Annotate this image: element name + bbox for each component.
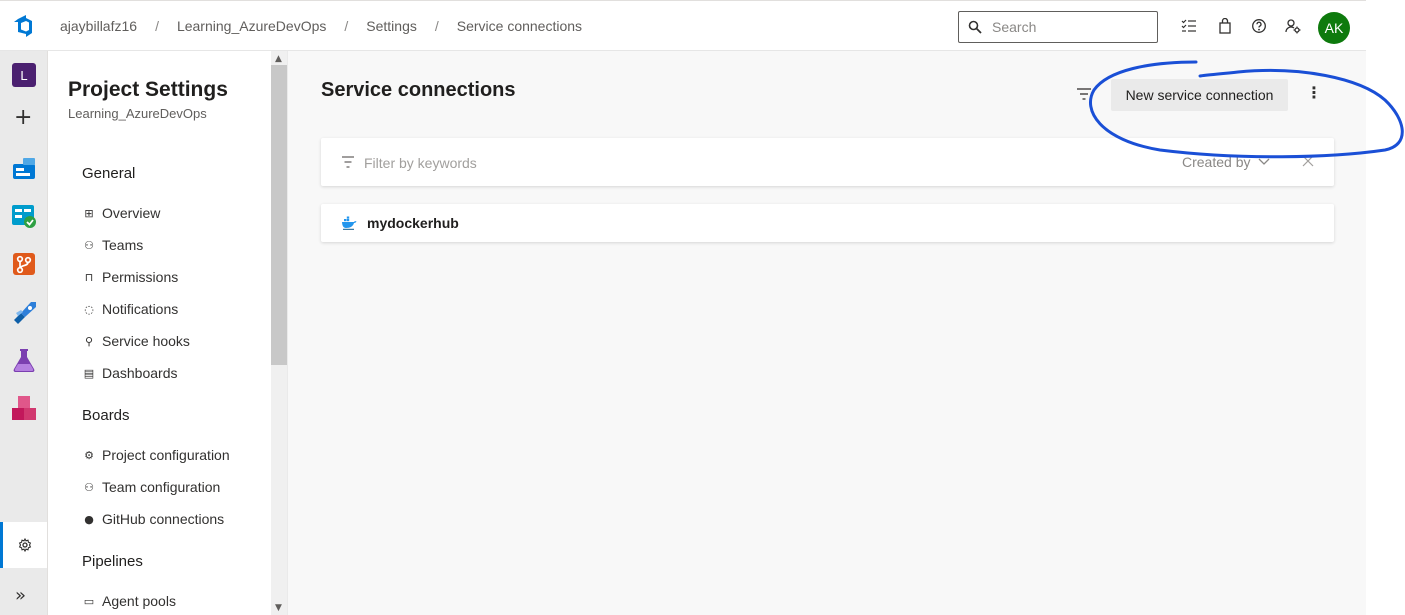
nav-item-label: Project configuration — [102, 447, 230, 463]
project-settings-nav: Project Settings Learning_AzureDevOps Ge… — [48, 51, 288, 615]
breadcrumb: ajaybillafz16 / Learning_AzureDevOps / S… — [60, 1, 582, 51]
nav-item-label: Service hooks — [102, 333, 190, 349]
repos-icon[interactable] — [11, 251, 37, 277]
chevron-down-icon — [1259, 158, 1270, 165]
nav-item-label: Teams — [102, 237, 144, 253]
avatar[interactable]: AK — [1318, 12, 1350, 44]
expand-icon[interactable]: » — [15, 585, 26, 606]
nav-item-label: Notifications — [102, 301, 179, 317]
agent-pools-icon: ▭ — [83, 594, 95, 608]
new-service-connection-button[interactable]: New service connection — [1111, 79, 1288, 111]
marketplace-bag-icon[interactable] — [1217, 18, 1233, 34]
notification-icon: ◌ — [84, 302, 94, 316]
breadcrumb-separator: / — [344, 18, 349, 34]
search-icon — [968, 20, 982, 34]
nav-item-label: Permissions — [102, 269, 179, 285]
breadcrumb-service-connections[interactable]: Service connections — [457, 18, 582, 34]
help-icon[interactable] — [1251, 18, 1267, 34]
nav-item-team-configuration[interactable]: ⚇ Team configuration — [82, 476, 220, 498]
overview-icon: ⊞ — [84, 206, 94, 220]
nav-item-github-connections[interactable]: ● GitHub connections — [82, 508, 224, 530]
overview-icon[interactable] — [11, 155, 37, 181]
nav-item-label: Team configuration — [102, 479, 221, 495]
product-rail: L + » — [0, 51, 48, 615]
breadcrumb-project[interactable]: Learning_AzureDevOps — [177, 18, 326, 34]
add-icon[interactable]: + — [14, 107, 32, 129]
nav-project-name: Learning_AzureDevOps — [68, 106, 207, 121]
nav-item-label: Overview — [102, 205, 161, 221]
lock-icon: ⊓ — [84, 270, 94, 284]
project-settings-rail-item[interactable] — [0, 522, 47, 568]
artifacts-icon[interactable] — [11, 395, 37, 421]
team-configuration-icon: ⚇ — [84, 480, 94, 494]
azure-devops-window: ajaybillafz16 / Learning_AzureDevOps / S… — [0, 0, 1366, 615]
nav-title: Project Settings — [68, 78, 228, 101]
filter-icon — [342, 156, 354, 168]
nav-item-dashboards[interactable]: ▤ Dashboards — [82, 362, 178, 384]
filter-bar: Created by — [321, 138, 1334, 186]
organization-badge[interactable]: L — [12, 63, 36, 87]
github-icon: ● — [84, 512, 94, 526]
test-plans-icon[interactable] — [11, 347, 37, 373]
work-items-list-icon[interactable] — [1181, 18, 1197, 34]
nav-item-label: GitHub connections — [102, 511, 225, 527]
user-settings-icon[interactable] — [1285, 18, 1301, 34]
page-title: Service connections — [321, 79, 516, 101]
boards-icon[interactable] — [11, 203, 37, 229]
scroll-down-icon[interactable]: ▼ — [275, 603, 282, 613]
nav-scrollbar-thumb[interactable] — [271, 65, 287, 365]
pipelines-icon[interactable] — [11, 299, 37, 325]
dashboards-icon: ▤ — [83, 366, 95, 380]
nav-item-agent-pools[interactable]: ▭ Agent pools — [82, 590, 176, 612]
search-box[interactable] — [958, 11, 1158, 43]
docker-icon — [342, 216, 357, 230]
gear-icon — [18, 538, 32, 552]
search-input[interactable] — [992, 19, 1142, 35]
breadcrumb-organization[interactable]: ajaybillafz16 — [60, 18, 137, 34]
azure-devops-logo-icon[interactable] — [12, 14, 36, 38]
close-icon[interactable] — [1302, 155, 1314, 167]
scroll-up-icon[interactable]: ▲ — [275, 54, 282, 64]
filter-icon[interactable] — [1076, 87, 1092, 101]
nav-item-teams[interactable]: ⚇ Teams — [82, 234, 143, 256]
more-actions-icon[interactable]: ⋮ — [1306, 85, 1322, 105]
nav-scrollbar[interactable]: ▲ ▼ — [271, 51, 287, 615]
nav-item-project-configuration[interactable]: ⚙ Project configuration — [82, 444, 230, 466]
breadcrumb-settings[interactable]: Settings — [366, 18, 417, 34]
nav-item-overview[interactable]: ⊞ Overview — [82, 202, 160, 224]
breadcrumb-separator: / — [155, 18, 159, 34]
filter-keywords-input[interactable] — [364, 152, 764, 174]
created-by-dropdown[interactable]: Created by — [1182, 154, 1270, 170]
service-connection-row[interactable]: mydockerhub — [321, 204, 1334, 242]
nav-item-label: Dashboards — [102, 365, 178, 381]
nav-item-label: Agent pools — [102, 593, 176, 609]
nav-section-boards: Boards — [82, 407, 130, 424]
service-connection-name: mydockerhub — [367, 215, 459, 231]
nav-item-notifications[interactable]: ◌ Notifications — [82, 298, 178, 320]
breadcrumb-separator: / — [434, 18, 439, 34]
nav-section-pipelines: Pipelines — [82, 553, 143, 570]
project-configuration-icon: ⚙ — [84, 448, 94, 462]
nav-item-permissions[interactable]: ⊓ Permissions — [82, 266, 179, 288]
nav-section-general: General — [82, 165, 136, 182]
service-hooks-icon: ⚲ — [84, 334, 94, 348]
top-header: ajaybillafz16 / Learning_AzureDevOps / S… — [0, 1, 1366, 51]
nav-item-service-hooks[interactable]: ⚲ Service hooks — [82, 330, 190, 352]
created-by-label: Created by — [1182, 154, 1251, 170]
teams-icon: ⚇ — [84, 238, 94, 252]
